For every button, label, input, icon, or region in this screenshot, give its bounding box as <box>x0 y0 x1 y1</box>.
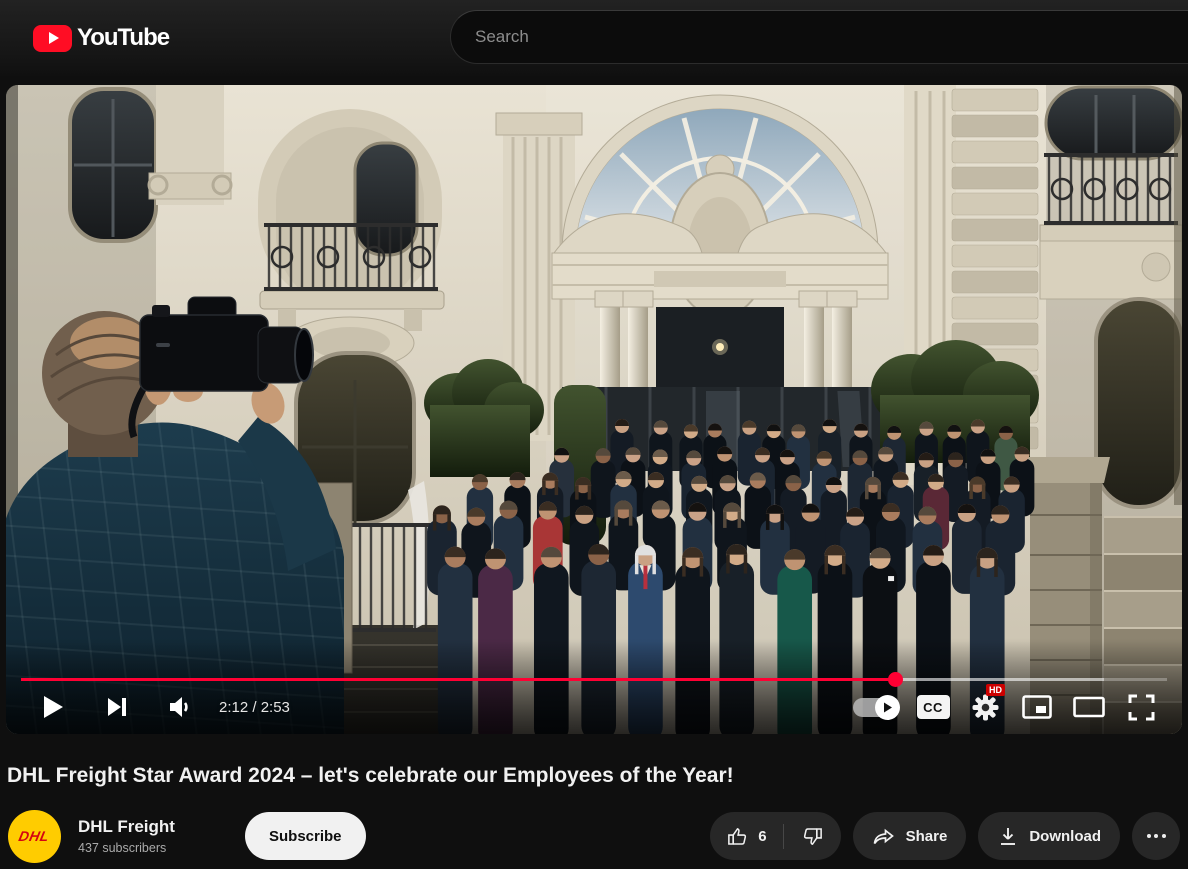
youtube-play-icon <box>33 25 72 52</box>
channel-avatar[interactable]: DHL <box>8 810 61 863</box>
video-meta-row: DHL DHL Freight 437 subscribers Subscrib… <box>8 809 1180 863</box>
gear-icon <box>972 694 999 721</box>
captions-button[interactable]: CC <box>907 685 959 729</box>
fullscreen-button[interactable] <box>1115 685 1167 729</box>
play-button[interactable] <box>21 685 85 729</box>
captions-icon: CC <box>917 695 950 719</box>
download-label: Download <box>1029 828 1101 845</box>
channel-info: DHL Freight 437 subscribers <box>78 817 218 855</box>
download-button[interactable]: Download <box>978 812 1120 860</box>
progress-bar[interactable] <box>21 678 1167 681</box>
like-dislike-pill: 6 <box>710 812 840 860</box>
next-button[interactable] <box>85 685 149 729</box>
youtube-logo-text: YouTube <box>77 24 169 52</box>
share-icon <box>872 825 896 847</box>
channel-subscribers: 437 subscribers <box>78 841 218 855</box>
progress-played <box>21 678 895 681</box>
video-player[interactable]: 2:12 / 2:53 CC <box>6 85 1182 734</box>
share-button[interactable]: Share <box>853 812 967 860</box>
theater-mode-button[interactable] <box>1063 685 1115 729</box>
miniplayer-icon <box>1022 695 1052 719</box>
time-display: 2:12 / 2:53 <box>219 699 290 716</box>
more-icon <box>1147 834 1151 838</box>
channel-name[interactable]: DHL Freight <box>78 817 218 837</box>
download-icon <box>997 825 1019 847</box>
miniplayer-button[interactable] <box>1011 685 1063 729</box>
settings-button[interactable]: HD <box>959 685 1011 729</box>
more-actions-button[interactable] <box>1132 812 1180 860</box>
like-count: 6 <box>758 828 766 845</box>
video-frame-group-photo-scene <box>6 85 1182 734</box>
player-controls: 2:12 / 2:53 CC <box>21 685 1167 729</box>
youtube-logo[interactable]: YouTube <box>33 24 169 52</box>
fullscreen-icon <box>1128 694 1155 721</box>
subscribe-button[interactable]: Subscribe <box>245 812 366 860</box>
theater-mode-icon <box>1073 695 1105 719</box>
share-label: Share <box>906 828 948 845</box>
dislike-button[interactable] <box>784 812 841 860</box>
search-input[interactable] <box>451 27 917 47</box>
video-title: DHL Freight Star Award 2024 – let's cele… <box>7 760 1157 791</box>
play-icon <box>42 695 64 719</box>
volume-icon <box>168 695 194 719</box>
volume-button[interactable] <box>149 685 213 729</box>
autoplay-pill-icon <box>853 698 898 717</box>
like-button[interactable]: 6 <box>710 812 782 860</box>
youtube-header: YouTube <box>0 0 1188 76</box>
search-bar[interactable] <box>450 10 1188 64</box>
autoplay-toggle[interactable] <box>843 685 907 729</box>
thumbs-up-icon <box>726 825 749 848</box>
next-icon <box>106 696 128 718</box>
hd-quality-badge: HD <box>986 684 1005 696</box>
channel-avatar-text: DHL <box>18 828 52 844</box>
thumbs-down-icon <box>801 825 824 848</box>
action-buttons: 6 Share Download <box>710 812 1180 860</box>
